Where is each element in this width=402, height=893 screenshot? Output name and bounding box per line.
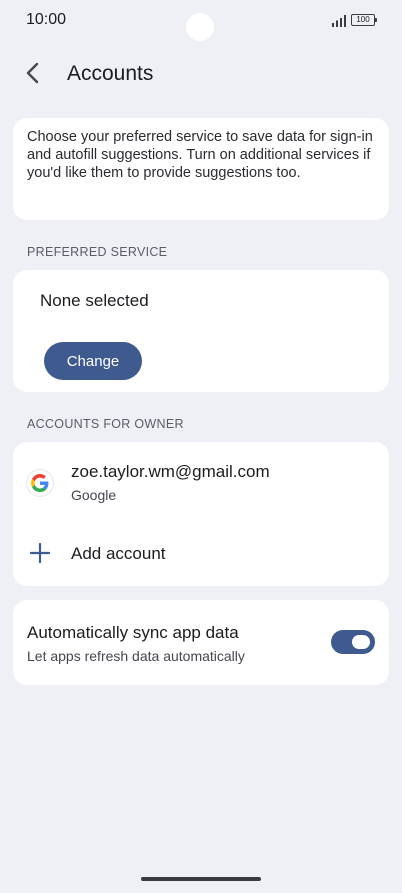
battery-level: 100 xyxy=(356,15,370,24)
auto-sync-subtitle: Let apps refresh data automatically xyxy=(27,648,245,664)
preferred-service-card: None selected Change xyxy=(13,270,389,392)
account-email: zoe.taylor.wm@gmail.com xyxy=(71,462,270,481)
auto-sync-title: Automatically sync app data xyxy=(27,623,239,642)
google-icon xyxy=(27,470,53,496)
add-account-button[interactable]: Add account xyxy=(13,532,389,578)
signal-icon xyxy=(332,15,346,27)
status-bar: 10:00 100 xyxy=(0,0,402,42)
change-button[interactable]: Change xyxy=(44,342,142,380)
battery-icon: 100 xyxy=(351,14,377,26)
toggle-knob xyxy=(352,635,370,649)
back-arrow-icon xyxy=(26,62,39,84)
account-item-google[interactable]: zoe.taylor.wm@gmail.com Google xyxy=(13,450,389,516)
camera-cutout xyxy=(186,13,214,41)
section-label-preferred-service: PREFERRED SERVICE xyxy=(27,245,168,259)
preferred-service-value: None selected xyxy=(40,291,149,310)
home-indicator[interactable] xyxy=(141,877,261,881)
account-type: Google xyxy=(71,487,117,503)
auto-sync-toggle[interactable] xyxy=(331,630,375,654)
plus-icon xyxy=(29,542,51,564)
info-text: Choose your preferred service to save da… xyxy=(27,129,373,181)
screen: 10:00 100 Accounts Choose your preferred… xyxy=(0,0,402,893)
accounts-card: zoe.taylor.wm@gmail.com Google Add accou… xyxy=(13,442,389,586)
add-account-label: Add account xyxy=(71,544,166,563)
info-card: Choose your preferred service to save da… xyxy=(13,118,389,220)
back-button[interactable] xyxy=(18,58,48,88)
status-time: 10:00 xyxy=(26,11,67,28)
page-title: Accounts xyxy=(67,62,154,85)
section-label-accounts-for-owner: ACCOUNTS FOR OWNER xyxy=(27,417,184,431)
auto-sync-card[interactable]: Automatically sync app data Let apps ref… xyxy=(13,600,389,685)
